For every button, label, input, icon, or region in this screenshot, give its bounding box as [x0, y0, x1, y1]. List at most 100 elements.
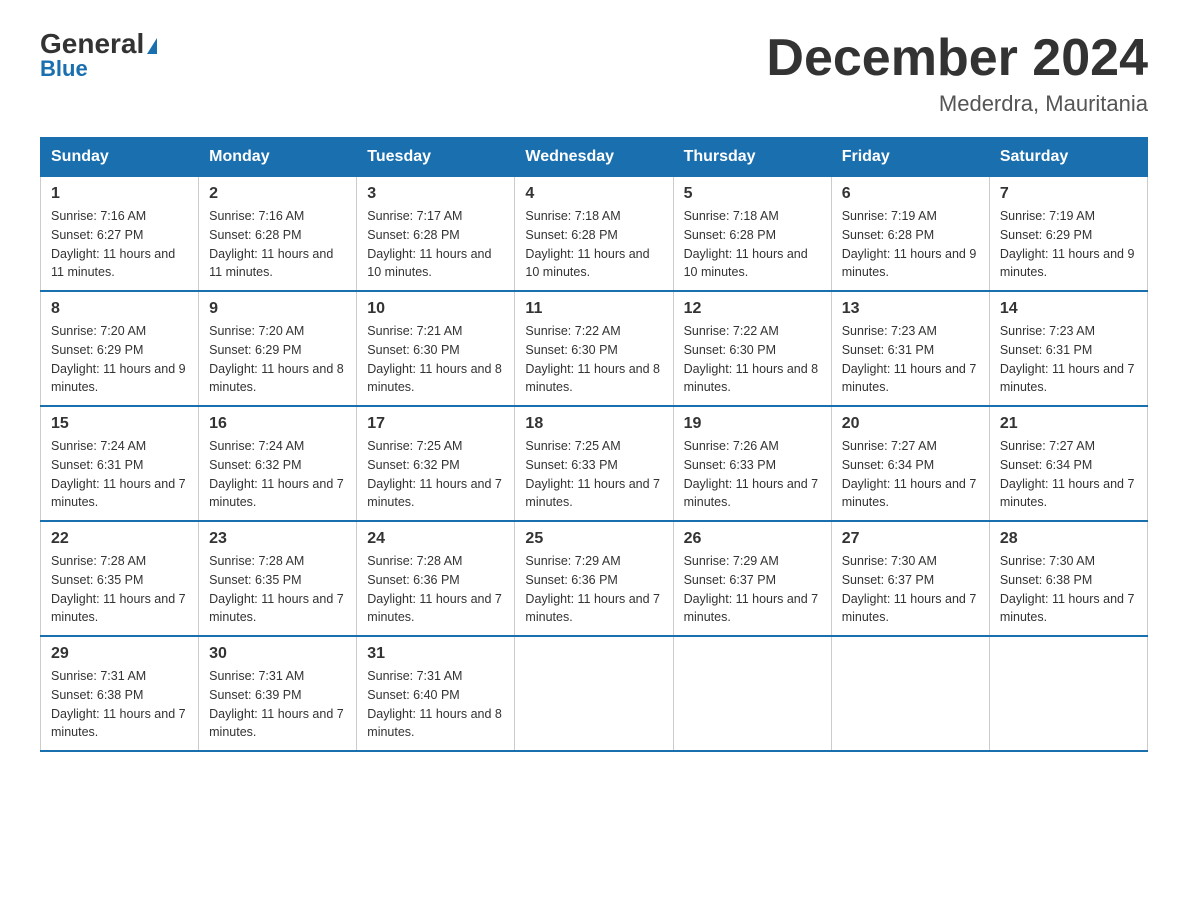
calendar-cell: 25 Sunrise: 7:29 AMSunset: 6:36 PMDayligh…: [515, 521, 673, 636]
day-info: Sunrise: 7:17 AMSunset: 6:28 PMDaylight:…: [367, 207, 504, 282]
calendar-cell: 27 Sunrise: 7:30 AMSunset: 6:37 PMDayligh…: [831, 521, 989, 636]
calendar-cell: 5 Sunrise: 7:18 AMSunset: 6:28 PMDaylight…: [673, 177, 831, 292]
calendar-cell: 9 Sunrise: 7:20 AMSunset: 6:29 PMDaylight…: [199, 291, 357, 406]
day-number: 14: [1000, 300, 1137, 318]
header-day-friday: Friday: [831, 138, 989, 177]
calendar-cell: 6 Sunrise: 7:19 AMSunset: 6:28 PMDaylight…: [831, 177, 989, 292]
day-number: 11: [525, 300, 662, 318]
day-number: 22: [51, 530, 188, 548]
calendar-cell: [831, 636, 989, 751]
day-number: 28: [1000, 530, 1137, 548]
day-info: Sunrise: 7:30 AMSunset: 6:38 PMDaylight:…: [1000, 552, 1137, 627]
day-number: 31: [367, 645, 504, 663]
day-info: Sunrise: 7:18 AMSunset: 6:28 PMDaylight:…: [525, 207, 662, 282]
day-info: Sunrise: 7:16 AMSunset: 6:27 PMDaylight:…: [51, 207, 188, 282]
day-info: Sunrise: 7:31 AMSunset: 6:38 PMDaylight:…: [51, 667, 188, 742]
day-number: 21: [1000, 415, 1137, 433]
calendar-cell: 1 Sunrise: 7:16 AMSunset: 6:27 PMDaylight…: [41, 177, 199, 292]
day-number: 7: [1000, 185, 1137, 203]
day-number: 18: [525, 415, 662, 433]
day-info: Sunrise: 7:24 AMSunset: 6:32 PMDaylight:…: [209, 437, 346, 512]
day-number: 30: [209, 645, 346, 663]
calendar-cell: 13 Sunrise: 7:23 AMSunset: 6:31 PMDayligh…: [831, 291, 989, 406]
day-info: Sunrise: 7:24 AMSunset: 6:31 PMDaylight:…: [51, 437, 188, 512]
day-info: Sunrise: 7:25 AMSunset: 6:33 PMDaylight:…: [525, 437, 662, 512]
calendar-week-row: 22 Sunrise: 7:28 AMSunset: 6:35 PMDayligh…: [41, 521, 1148, 636]
calendar-cell: 17Sunrise: 7:25 AMSunset: 6:32 PMDayligh…: [357, 406, 515, 521]
calendar-cell: 8Sunrise: 7:20 AMSunset: 6:29 PMDaylight…: [41, 291, 199, 406]
logo-text-line2: Blue: [40, 56, 88, 82]
calendar-cell: 23 Sunrise: 7:28 AMSunset: 6:35 PMDayligh…: [199, 521, 357, 636]
calendar-cell: 2 Sunrise: 7:16 AMSunset: 6:28 PMDaylight…: [199, 177, 357, 292]
calendar-cell: 22 Sunrise: 7:28 AMSunset: 6:35 PMDayligh…: [41, 521, 199, 636]
day-number: 23: [209, 530, 346, 548]
day-info: Sunrise: 7:22 AMSunset: 6:30 PMDaylight:…: [525, 322, 662, 397]
day-info: Sunrise: 7:29 AMSunset: 6:36 PMDaylight:…: [525, 552, 662, 627]
header-day-saturday: Saturday: [989, 138, 1147, 177]
day-number: 4: [525, 185, 662, 203]
day-info: Sunrise: 7:27 AMSunset: 6:34 PMDaylight:…: [1000, 437, 1137, 512]
day-number: 25: [525, 530, 662, 548]
day-number: 26: [684, 530, 821, 548]
logo: General Blue: [40, 30, 157, 82]
calendar-week-row: 29Sunrise: 7:31 AMSunset: 6:38 PMDayligh…: [41, 636, 1148, 751]
day-number: 20: [842, 415, 979, 433]
day-number: 9: [209, 300, 346, 318]
day-info: Sunrise: 7:18 AMSunset: 6:28 PMDaylight:…: [684, 207, 821, 282]
day-info: Sunrise: 7:30 AMSunset: 6:37 PMDaylight:…: [842, 552, 979, 627]
month-title: December 2024: [766, 30, 1148, 87]
calendar-cell: 19 Sunrise: 7:26 AMSunset: 6:33 PMDayligh…: [673, 406, 831, 521]
calendar-cell: 12 Sunrise: 7:22 AMSunset: 6:30 PMDayligh…: [673, 291, 831, 406]
calendar-week-row: 1 Sunrise: 7:16 AMSunset: 6:27 PMDaylight…: [41, 177, 1148, 292]
day-info: Sunrise: 7:26 AMSunset: 6:33 PMDaylight:…: [684, 437, 821, 512]
calendar-cell: 28 Sunrise: 7:30 AMSunset: 6:38 PMDayligh…: [989, 521, 1147, 636]
location-subtitle: Mederdra, Mauritania: [766, 91, 1148, 117]
day-info: Sunrise: 7:19 AMSunset: 6:28 PMDaylight:…: [842, 207, 979, 282]
day-info: Sunrise: 7:28 AMSunset: 6:36 PMDaylight:…: [367, 552, 504, 627]
day-number: 17: [367, 415, 504, 433]
header-day-sunday: Sunday: [41, 138, 199, 177]
header-day-thursday: Thursday: [673, 138, 831, 177]
calendar-cell: 18 Sunrise: 7:25 AMSunset: 6:33 PMDayligh…: [515, 406, 673, 521]
day-number: 13: [842, 300, 979, 318]
day-number: 12: [684, 300, 821, 318]
day-info: Sunrise: 7:16 AMSunset: 6:28 PMDaylight:…: [209, 207, 346, 282]
calendar-cell: 10 Sunrise: 7:21 AMSunset: 6:30 PMDayligh…: [357, 291, 515, 406]
calendar-cell: 31Sunrise: 7:31 AMSunset: 6:40 PMDayligh…: [357, 636, 515, 751]
header-day-monday: Monday: [199, 138, 357, 177]
day-info: Sunrise: 7:23 AMSunset: 6:31 PMDaylight:…: [842, 322, 979, 397]
day-number: 6: [842, 185, 979, 203]
calendar-cell: 3Sunrise: 7:17 AMSunset: 6:28 PMDaylight…: [357, 177, 515, 292]
day-number: 2: [209, 185, 346, 203]
title-block: December 2024 Mederdra, Mauritania: [766, 30, 1148, 117]
day-number: 5: [684, 185, 821, 203]
day-number: 8: [51, 300, 188, 318]
logo-text-line1: General: [40, 30, 157, 58]
calendar-cell: 26 Sunrise: 7:29 AMSunset: 6:37 PMDayligh…: [673, 521, 831, 636]
day-info: Sunrise: 7:21 AMSunset: 6:30 PMDaylight:…: [367, 322, 504, 397]
calendar-cell: [673, 636, 831, 751]
day-number: 27: [842, 530, 979, 548]
calendar-cell: 30 Sunrise: 7:31 AMSunset: 6:39 PMDayligh…: [199, 636, 357, 751]
calendar-cell: 7Sunrise: 7:19 AMSunset: 6:29 PMDaylight…: [989, 177, 1147, 292]
calendar-cell: 4 Sunrise: 7:18 AMSunset: 6:28 PMDaylight…: [515, 177, 673, 292]
calendar-cell: [989, 636, 1147, 751]
calendar-week-row: 15Sunrise: 7:24 AMSunset: 6:31 PMDayligh…: [41, 406, 1148, 521]
calendar-table: SundayMondayTuesdayWednesdayThursdayFrid…: [40, 137, 1148, 752]
day-info: Sunrise: 7:22 AMSunset: 6:30 PMDaylight:…: [684, 322, 821, 397]
header-day-wednesday: Wednesday: [515, 138, 673, 177]
header-day-tuesday: Tuesday: [357, 138, 515, 177]
day-info: Sunrise: 7:20 AMSunset: 6:29 PMDaylight:…: [209, 322, 346, 397]
calendar-week-row: 8 Sunrise: 7:20 AMSunset: 6:29 PMDaylight…: [41, 291, 1148, 406]
page-header: General Blue December 2024 Mederdra, Mau…: [40, 30, 1148, 117]
day-info: Sunrise: 7:29 AMSunset: 6:37 PMDaylight:…: [684, 552, 821, 627]
day-info: Sunrise: 7:28 AMSunset: 6:35 PMDaylight:…: [209, 552, 346, 627]
day-number: 19: [684, 415, 821, 433]
day-info: Sunrise: 7:31 AMSunset: 6:39 PMDaylight:…: [209, 667, 346, 742]
calendar-cell: 24Sunrise: 7:28 AMSunset: 6:36 PMDayligh…: [357, 521, 515, 636]
day-info: Sunrise: 7:28 AMSunset: 6:35 PMDaylight:…: [51, 552, 188, 627]
day-number: 1: [51, 185, 188, 203]
day-number: 10: [367, 300, 504, 318]
day-info: Sunrise: 7:27 AMSunset: 6:34 PMDaylight:…: [842, 437, 979, 512]
calendar-cell: [515, 636, 673, 751]
